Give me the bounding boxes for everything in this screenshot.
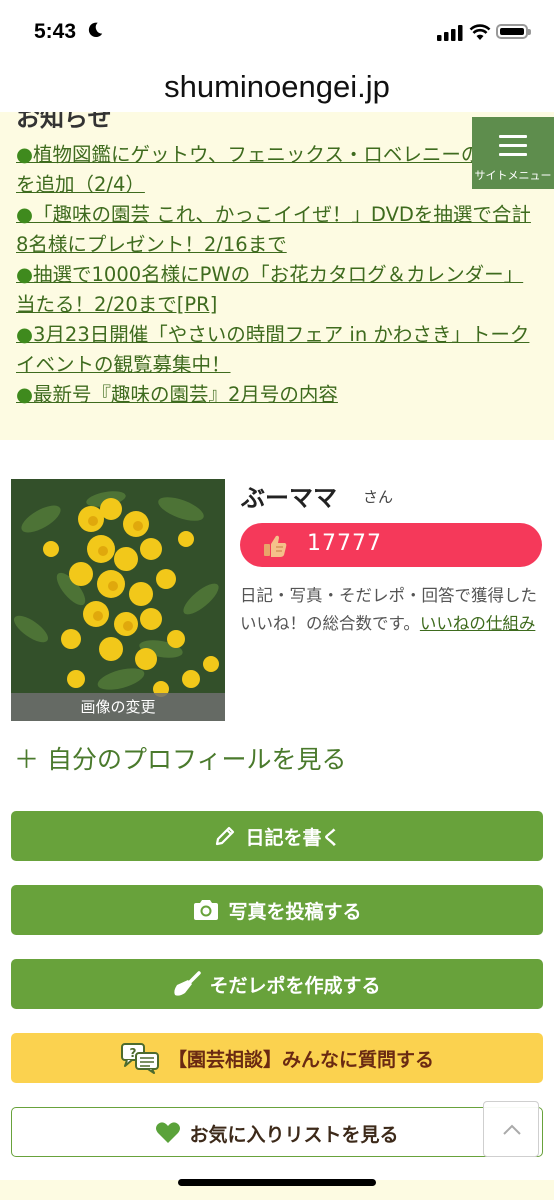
chevron-up-icon (503, 1124, 521, 1135)
likes-count: 17777 (307, 531, 382, 556)
news-item[interactable]: ●抽選で1000名様にPWの「お花カタログ＆カレンダー」当たる！2/20まで[P… (16, 260, 536, 320)
post-photo-button[interactable]: 写真を投稿する (11, 885, 543, 935)
ask-question-button[interactable]: ? 【園芸相談】みんなに質問する (11, 1033, 543, 1083)
honorific: さん (363, 488, 394, 506)
news-section: お知らせ ●植物図鑑にゲットウ、フェニックス・ロベレニーの情報を追加（2/4） … (0, 112, 554, 440)
home-indicator (178, 1179, 376, 1186)
wifi-icon (469, 24, 491, 40)
write-diary-button[interactable]: 日記を書く (11, 811, 543, 861)
news-item[interactable]: ●「趣味の園芸 これ、かっこイイぜ！」DVDを抽選で合計8名様にプレゼント！2/… (16, 200, 536, 260)
news-list: ●植物図鑑にゲットウ、フェニックス・ロベレニーの情報を追加（2/4） ●「趣味の… (16, 140, 536, 410)
user-name: ぶーママ (241, 484, 337, 512)
likes-badge: 17777 (240, 523, 542, 567)
scroll-to-top-button[interactable] (483, 1101, 539, 1157)
likes-description: 日記・写真・そだレポ・回答で獲得したいいね！の総合数です。いいねの仕組み (240, 586, 537, 633)
view-profile-link[interactable]: ＋ 自分のプロフィールを見る (14, 740, 346, 776)
news-item[interactable]: ●植物図鑑にゲットウ、フェニックス・ロベレニーの情報を追加（2/4） (16, 140, 536, 200)
status-time: 5:43 (34, 20, 77, 43)
battery-icon (496, 24, 531, 39)
change-photo-label: 画像の変更 (11, 693, 225, 721)
cellular-signal-icon (437, 25, 463, 41)
camera-icon (194, 900, 219, 920)
favorites-list-button[interactable]: お気に入りリストを見る (11, 1107, 543, 1157)
news-item[interactable]: ●3月23日開催「やさいの時間フェア in かわさき」トークイベントの観覧募集中… (16, 320, 536, 380)
speech-bubbles-icon: ? (120, 1043, 159, 1074)
status-bar: 5:43 (0, 0, 554, 62)
news-item[interactable]: ●最新号『趣味の園芸』2月号の内容 (16, 380, 536, 410)
create-sodarepo-button[interactable]: そだレポを作成する (11, 959, 543, 1009)
profile-photo[interactable]: 画像の変更 (11, 479, 225, 721)
address-bar[interactable]: shuminoengei.jp (0, 62, 554, 112)
flower-image (11, 479, 225, 721)
url-text: shuminoengei.jp (164, 69, 390, 104)
pencil-icon (216, 826, 235, 846)
thumbs-up-icon (264, 535, 287, 557)
heart-icon (156, 1122, 181, 1143)
trowel-icon (174, 971, 202, 996)
moon-icon (88, 22, 103, 38)
news-heading: お知らせ (16, 112, 112, 132)
hamburger-icon (499, 135, 527, 162)
likes-info-link[interactable]: いいねの仕組み (420, 614, 536, 633)
site-menu-button[interactable]: サイトメニュー (472, 117, 554, 189)
site-menu-label: サイトメニュー (474, 169, 552, 182)
